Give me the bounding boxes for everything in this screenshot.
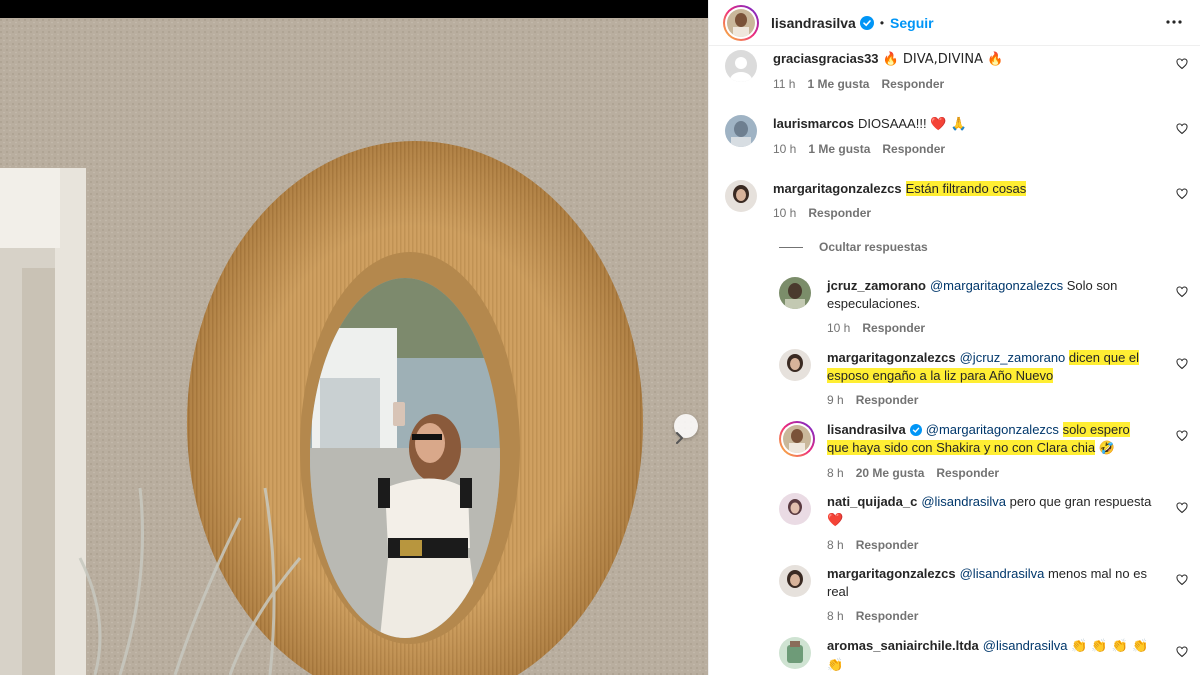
hide-replies-label: Ocultar respuestas (819, 240, 928, 254)
comment-likes[interactable]: 1 Me gusta (808, 140, 870, 158)
reply-mention[interactable]: @lisandrasilva (983, 638, 1068, 653)
commenter-avatar[interactable] (725, 115, 757, 147)
comment-username[interactable]: laurismarcos (773, 116, 854, 131)
reply-item: aromas_saniairchile.ltda @lisandrasilva 👏… (779, 637, 1157, 675)
reply-text: pero que gran respuesta (1009, 494, 1152, 509)
mirror-selfie-image (0, 18, 708, 675)
reply-username[interactable]: lisandrasilva (827, 422, 906, 437)
verified-badge-icon (859, 15, 874, 30)
heart-outline-icon[interactable] (1176, 574, 1188, 586)
reply-button[interactable]: Responder (936, 464, 999, 482)
heart-outline-icon[interactable] (1176, 502, 1188, 514)
comment-item: margaritagonzalezcs Están filtrando cosas… (725, 180, 1027, 222)
reply-button[interactable]: Responder (882, 140, 945, 158)
more-options-icon[interactable] (1165, 13, 1183, 31)
reply-button[interactable]: Responder (881, 75, 944, 93)
replier-avatar[interactable] (779, 637, 811, 669)
reply-time[interactable]: 10 h (827, 319, 850, 337)
comment-text: Están filtrando cosas (905, 181, 1027, 196)
reply-button[interactable]: Responder (856, 391, 919, 409)
reply-likes[interactable]: 20 Me gusta (856, 464, 925, 482)
reply-time[interactable]: 8 h (827, 536, 844, 554)
post-header: lisandrasilva • Seguir (709, 0, 1200, 46)
verified-badge-icon (909, 424, 922, 436)
comment-emoji: ❤️ 🙏 (930, 117, 967, 132)
hide-replies-button[interactable]: Ocultar respuestas (779, 240, 928, 254)
reply-mention[interactable]: @margaritagonzalezcs (926, 422, 1059, 437)
comment-time[interactable]: 10 h (773, 140, 796, 158)
reply-username[interactable]: nati_quijada_c (827, 494, 917, 509)
reply-username[interactable]: margaritagonzalezcs (827, 350, 956, 365)
top-black-bar (0, 0, 708, 18)
reply-time[interactable]: 9 h (827, 391, 844, 409)
reply-button[interactable]: Responder (862, 319, 925, 337)
reply-item: margaritagonzalezcs @jcruz_zamorano dicen… (779, 349, 1172, 409)
comment-username[interactable]: graciasgracias33 (773, 51, 879, 66)
reply-item: jcruz_zamorano @margaritagonzalezcs Solo … (779, 277, 1167, 337)
reply-time[interactable]: 8 h (827, 464, 844, 482)
instagram-post-modal: lisandrasilva • Seguir graciasgracias33 🔥… (0, 0, 1200, 675)
reply-mention[interactable]: @lisandrasilva (921, 494, 1006, 509)
commenter-avatar[interactable] (725, 180, 757, 212)
replier-avatar[interactable] (779, 421, 815, 457)
reply-button[interactable]: Responder (856, 536, 919, 554)
reply-mention[interactable]: @margaritagonzalezcs (930, 278, 1063, 293)
reply-item: margaritagonzalezcs @lisandrasilva menos … (779, 565, 1147, 625)
heart-outline-icon[interactable] (1176, 646, 1188, 658)
replier-avatar[interactable] (779, 565, 811, 597)
heart-outline-icon[interactable] (1176, 188, 1188, 200)
replier-avatar[interactable] (779, 349, 811, 381)
heart-outline-icon[interactable] (1176, 430, 1188, 442)
heart-outline-icon[interactable] (1176, 286, 1188, 298)
author-username[interactable]: lisandrasilva (771, 15, 856, 31)
next-photo-button[interactable] (674, 414, 698, 444)
comment-time[interactable]: 11 h (773, 75, 795, 93)
separator-dot: • (879, 15, 885, 30)
chevron-right-icon (676, 432, 683, 444)
reply-item: nati_quijada_c @lisandrasilva pero que gr… (779, 493, 1172, 554)
reply-item: lisandrasilva @margaritagonzalezcs solo e… (779, 421, 1147, 482)
comment-text: DIOSAAA!!! (857, 116, 931, 131)
reply-emoji: 🤣 (1098, 441, 1115, 456)
follow-button[interactable]: Seguir (890, 15, 934, 31)
reply-username[interactable]: aromas_saniairchile.ltda (827, 638, 979, 653)
reply-username[interactable]: margaritagonzalezcs (827, 566, 956, 581)
heart-outline-icon[interactable] (1176, 358, 1188, 370)
reply-time[interactable]: 8 h (827, 607, 844, 625)
heart-outline-icon[interactable] (1176, 123, 1188, 135)
author-avatar[interactable] (723, 4, 759, 41)
comment-text: 🔥 DIVA,DIVINA 🔥 (882, 52, 1004, 67)
reply-username[interactable]: jcruz_zamorano (827, 278, 926, 293)
post-photo (0, 0, 708, 675)
heart-outline-icon[interactable] (1176, 58, 1188, 70)
comment-time[interactable]: 10 h (773, 204, 796, 222)
replier-avatar[interactable] (779, 493, 811, 525)
comment-likes[interactable]: 1 Me gusta (807, 75, 869, 93)
comments-panel: lisandrasilva • Seguir graciasgracias33 🔥… (708, 0, 1200, 675)
comment-item: laurismarcos DIOSAAA!!! ❤️ 🙏 10 h 1 Me gus… (725, 115, 967, 158)
reply-button[interactable]: Responder (808, 204, 871, 222)
comment-item: graciasgracias33 🔥 DIVA,DIVINA 🔥 11 h 1 Me… (725, 50, 1003, 93)
reply-button[interactable]: Responder (856, 607, 919, 625)
reply-mention[interactable]: @lisandrasilva (960, 566, 1045, 581)
reply-emoji: ❤️ (827, 513, 844, 528)
comment-username[interactable]: margaritagonzalezcs (773, 181, 902, 196)
replier-avatar[interactable] (779, 277, 811, 309)
commenter-avatar[interactable] (725, 50, 757, 82)
reply-mention[interactable]: @jcruz_zamorano (960, 350, 1066, 365)
